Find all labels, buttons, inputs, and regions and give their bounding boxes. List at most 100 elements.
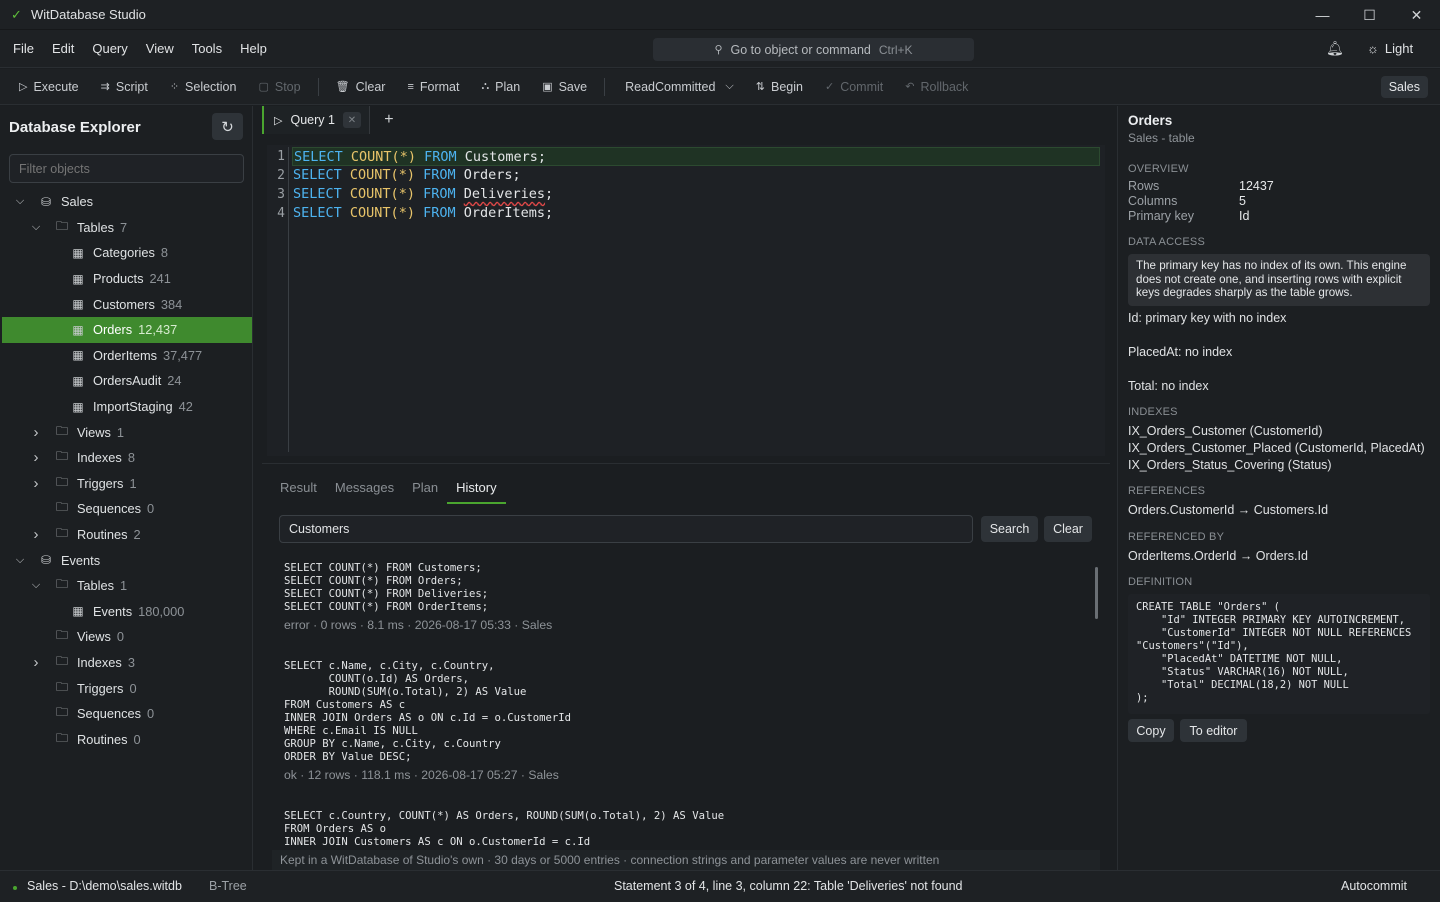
chevron-right-icon[interactable]: › bbox=[30, 654, 42, 671]
sql-editor[interactable]: 1234 SELECT COUNT(*) FROM Customers; SELE… bbox=[267, 145, 1105, 456]
copy-button[interactable]: Copy bbox=[1128, 719, 1174, 742]
history-entry[interactable]: SELECT c.Country, COUNT(*) AS Orders, RO… bbox=[284, 810, 1084, 845]
code-line[interactable]: SELECT COUNT(*) FROM Orders; bbox=[292, 166, 1100, 185]
menu-query[interactable]: Query bbox=[83, 41, 136, 56]
menu-edit[interactable]: Edit bbox=[43, 41, 83, 56]
chevron-down-icon[interactable]: ⌵ bbox=[30, 221, 42, 234]
tree-node[interactable]: ▦ OrdersAudit 24 bbox=[2, 368, 252, 394]
tree-node-text: Orders 12,437 bbox=[93, 322, 177, 337]
stop-button[interactable]: ▢ Stop bbox=[247, 69, 311, 105]
folder-icon: 🗀︎ bbox=[55, 653, 68, 668]
code-area[interactable]: SELECT COUNT(*) FROM Customers; SELECT CO… bbox=[292, 147, 1100, 223]
minimize-icon[interactable]: — bbox=[1299, 0, 1346, 30]
transaction-mode[interactable]: Autocommit bbox=[1341, 879, 1407, 893]
tree-node[interactable]: ⌵ ⛁ Sales bbox=[2, 189, 252, 215]
tree-node-count: 180,000 bbox=[138, 603, 185, 619]
script-button[interactable]: ⇉ Script bbox=[90, 69, 159, 105]
tab-result[interactable]: Result bbox=[271, 480, 326, 504]
tree-node[interactable]: 🗀︎ Sequences 0 bbox=[2, 701, 252, 727]
tree-node[interactable]: ⌵ 🗀︎ Tables 1 bbox=[2, 573, 252, 599]
tree-node-label: Triggers bbox=[77, 680, 124, 696]
tree-node[interactable]: › 🗀︎ Views 1 bbox=[2, 419, 252, 445]
tree-node[interactable]: ▦ ImportStaging 42 bbox=[2, 394, 252, 420]
history-scrollbar[interactable] bbox=[1095, 567, 1098, 619]
history-entry[interactable]: SELECT COUNT(*) FROM Customers; SELECT C… bbox=[284, 562, 1084, 632]
tree-node-label: Events bbox=[61, 552, 101, 568]
add-tab-button[interactable]: + bbox=[370, 106, 408, 134]
tree-node-count: 0 bbox=[133, 731, 141, 747]
stop-icon: ▢ bbox=[258, 81, 269, 93]
tree-node-count: 24 bbox=[167, 373, 182, 389]
tree-node[interactable]: 🗀︎ Triggers 0 bbox=[2, 675, 252, 701]
chevron-down-icon[interactable]: ⌵ bbox=[14, 554, 26, 567]
bell-icon[interactable]: 🔔︎ bbox=[1326, 40, 1344, 57]
tab-plan[interactable]: Plan bbox=[403, 480, 447, 504]
tree-node[interactable]: ▦ Orders 12,437 bbox=[2, 316, 252, 343]
tree-node[interactable]: ▦ Categories 8 bbox=[2, 240, 252, 266]
tree-node[interactable]: ▦ OrderItems 37,477 bbox=[2, 343, 252, 369]
chevron-right-icon[interactable]: › bbox=[30, 526, 42, 543]
object-tree: ⌵ ⛁ Sales ⌵ 🗀︎ Tables 7 ▦ Categories 8 ▦ Products 24… bbox=[2, 189, 252, 752]
selection-icon: ⁘ bbox=[169, 81, 180, 93]
tree-node[interactable]: ▦ Customers 384 bbox=[2, 291, 252, 317]
tree-node[interactable]: ⌵ 🗀︎ Tables 7 bbox=[2, 215, 252, 241]
tree-node[interactable]: 🗀︎ Routines 0 bbox=[2, 726, 252, 752]
code-line[interactable]: SELECT COUNT(*) FROM Deliveries; bbox=[292, 185, 1100, 204]
clear-editor-button[interactable]: 🗑︎ Clear bbox=[325, 69, 397, 105]
begin-label: Begin bbox=[770, 79, 803, 94]
tree-node[interactable]: 🗀︎ Views 0 bbox=[2, 624, 252, 650]
history-entry[interactable]: SELECT c.Name, c.City, c.Country, COUNT(… bbox=[284, 660, 1084, 782]
rollback-button[interactable]: ↶ Rollback bbox=[894, 69, 979, 105]
code-line[interactable]: SELECT COUNT(*) FROM OrderItems; bbox=[292, 204, 1100, 223]
plan-button[interactable]: ⛬ Plan bbox=[470, 69, 531, 105]
tree-node[interactable]: › 🗀︎ Indexes 3 bbox=[2, 650, 252, 676]
tree-node[interactable]: 🗀︎ Sequences 0 bbox=[2, 496, 252, 522]
tree-node[interactable]: ▦ Products 241 bbox=[2, 266, 252, 292]
tab-messages[interactable]: Messages bbox=[326, 480, 403, 504]
columns-field: Columns 5 bbox=[1128, 194, 1246, 208]
sql-identifier: Deliveries bbox=[463, 186, 546, 202]
menu-view[interactable]: View bbox=[137, 41, 183, 56]
chevron-right-icon[interactable]: › bbox=[30, 424, 42, 441]
history-note: Kept in a WitDatabase of Studio's own · … bbox=[272, 850, 1100, 871]
tree-node[interactable]: › 🗀︎ Triggers 1 bbox=[2, 471, 252, 497]
tab-query-1[interactable]: ▷ Query 1 ✕ bbox=[262, 106, 370, 134]
code-line[interactable]: SELECT COUNT(*) FROM Customers; bbox=[292, 147, 1100, 166]
selection-button[interactable]: ⁘ Selection bbox=[159, 69, 248, 105]
referenced-by-item: OrderItems.OrderId → Orders.Id bbox=[1128, 549, 1308, 563]
commit-button[interactable]: ✓ Commit bbox=[814, 69, 894, 105]
begin-button[interactable]: ⇅ Begin bbox=[745, 69, 814, 105]
to-editor-button[interactable]: To editor bbox=[1180, 719, 1247, 742]
refresh-button[interactable]: ↻ bbox=[212, 113, 243, 140]
chevron-right-icon[interactable]: › bbox=[30, 475, 42, 492]
close-icon[interactable]: ✕ bbox=[1393, 0, 1440, 30]
chevron-down-icon[interactable]: ⌵ bbox=[14, 195, 26, 208]
filter-input[interactable] bbox=[9, 154, 244, 183]
tree-node[interactable]: ▦ Events 180,000 bbox=[2, 599, 252, 625]
maximize-icon[interactable]: ☐ bbox=[1346, 0, 1393, 30]
execute-button[interactable]: ▷ Execute bbox=[0, 69, 90, 105]
save-button[interactable]: ▣ Save bbox=[531, 69, 598, 105]
database-badge[interactable]: Sales bbox=[1380, 76, 1428, 98]
theme-toggle-button[interactable]: ☼ Light bbox=[1367, 41, 1413, 56]
chevron-down-icon[interactable]: ⌵ bbox=[30, 579, 42, 592]
chevron-right-icon[interactable]: › bbox=[30, 449, 42, 466]
menu-tools[interactable]: Tools bbox=[183, 41, 231, 56]
command-palette-input[interactable]: ⚲ Go to object or command Ctrl+K bbox=[653, 38, 974, 61]
history-search-input[interactable]: Customers bbox=[279, 515, 973, 543]
tree-node-label: OrderItems bbox=[93, 347, 157, 363]
history-clear-button[interactable]: Clear bbox=[1044, 516, 1092, 542]
history-search-button[interactable]: Search bbox=[981, 516, 1038, 542]
menu-file[interactable]: File bbox=[4, 41, 43, 56]
tree-node[interactable]: › 🗀︎ Indexes 8 bbox=[2, 445, 252, 471]
status-message: Statement 3 of 4, line 3, column 22: Tab… bbox=[614, 879, 963, 893]
format-button[interactable]: ≡ Format bbox=[396, 69, 470, 105]
tab-history[interactable]: History bbox=[447, 480, 506, 504]
menu-help[interactable]: Help bbox=[231, 41, 276, 56]
tree-node[interactable]: ⌵ ⛁ Events bbox=[2, 547, 252, 573]
close-tab-icon[interactable]: ✕ bbox=[342, 112, 361, 128]
overview-heading: OVERVIEW bbox=[1128, 163, 1189, 175]
isolation-level-select[interactable]: ReadCommitted ⌵ bbox=[611, 69, 745, 105]
tree-node[interactable]: › 🗀︎ Routines 2 bbox=[2, 522, 252, 548]
connection-path[interactable]: Sales - D:\demo\sales.witdb bbox=[27, 879, 182, 893]
